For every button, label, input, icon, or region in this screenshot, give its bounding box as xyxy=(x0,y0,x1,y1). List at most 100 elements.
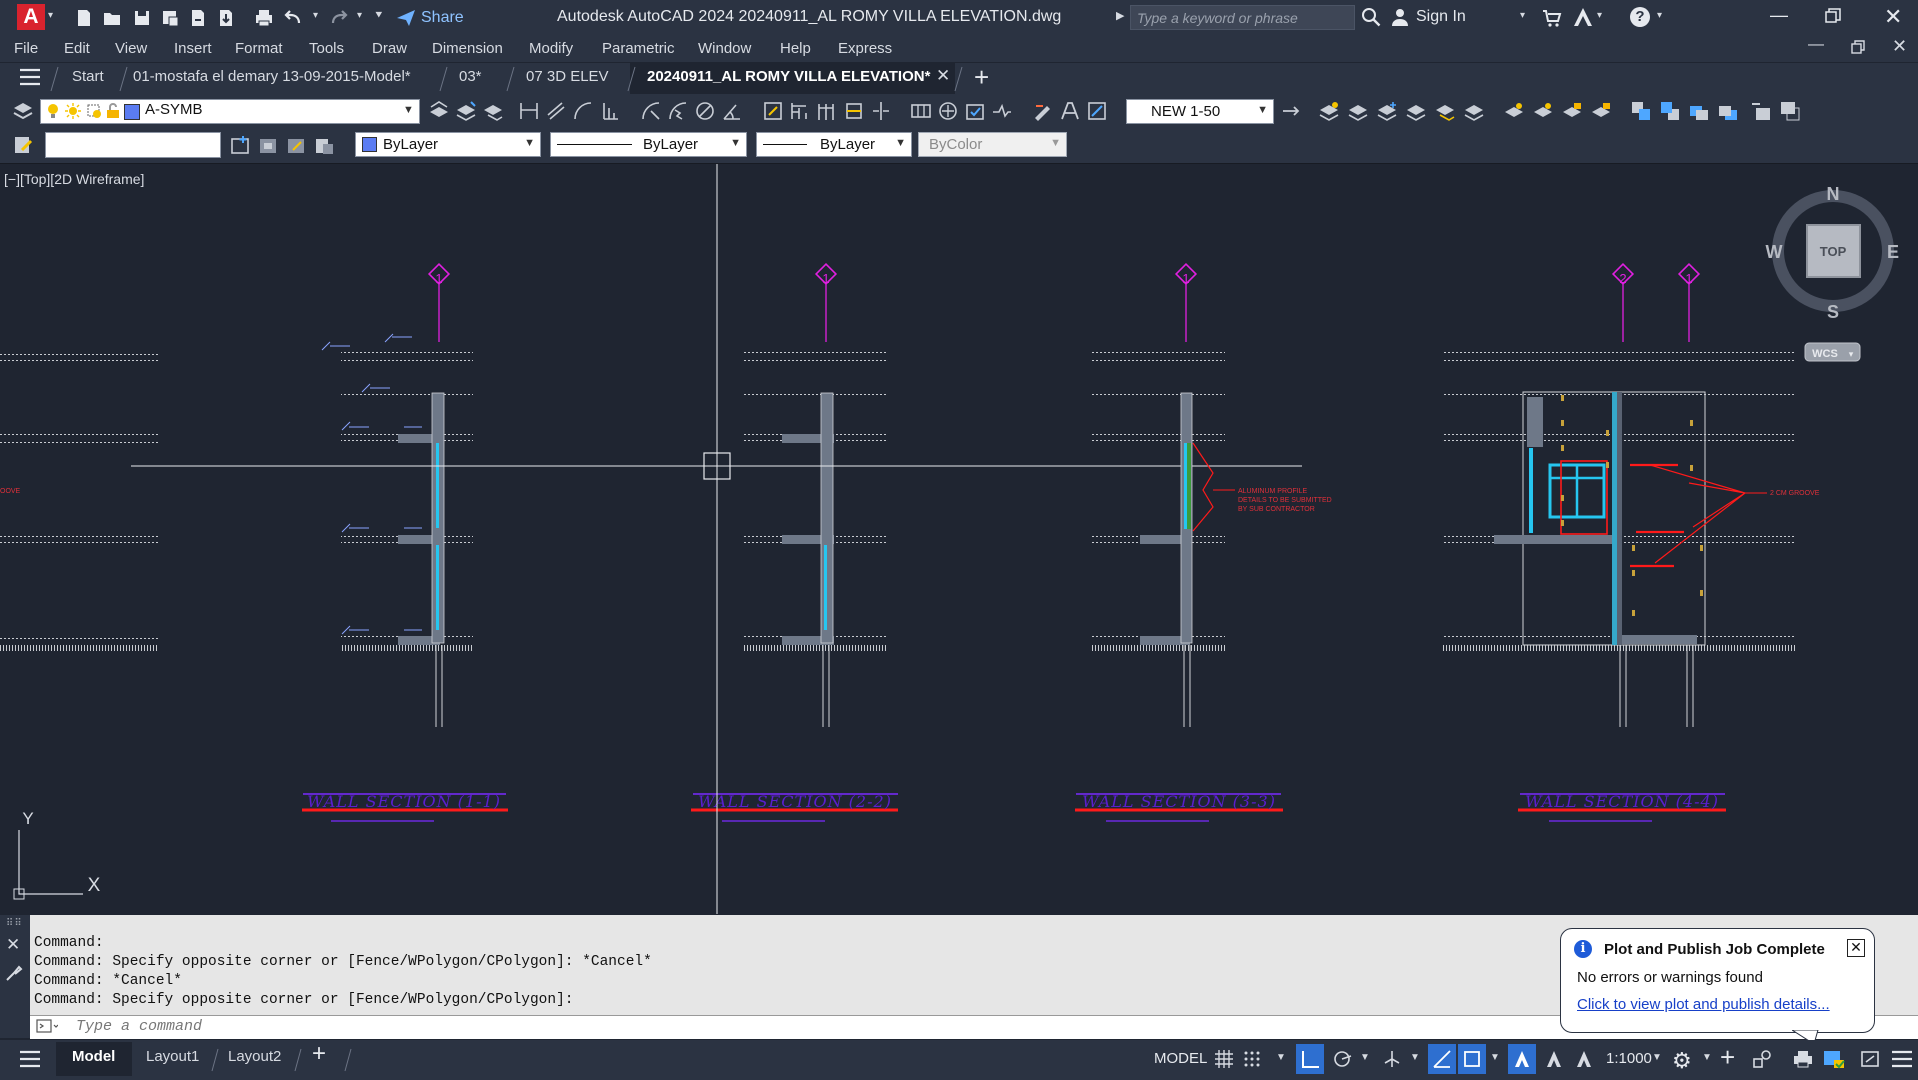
dim-aligned-icon[interactable] xyxy=(545,100,567,122)
auto-scale-icon[interactable] xyxy=(1544,1049,1564,1072)
viewport-scale-dropdown-icon[interactable]: ▼ xyxy=(1652,1052,1662,1063)
send-under-icon[interactable] xyxy=(1717,100,1739,122)
object-snap-dropdown-icon[interactable]: ▼ xyxy=(1490,1052,1500,1063)
tolerance-icon[interactable] xyxy=(910,100,932,122)
dim-ordinate-icon[interactable] xyxy=(599,100,621,122)
autocad-logo[interactable]: A xyxy=(17,4,45,30)
clean-screen-icon[interactable] xyxy=(1860,1049,1880,1072)
layer-previous-icon[interactable] xyxy=(482,100,504,122)
share-button[interactable]: Share xyxy=(396,7,464,29)
dim-reassociate-icon[interactable] xyxy=(1086,100,1108,122)
quick-properties-icon[interactable] xyxy=(12,134,34,156)
send-to-back-icon[interactable] xyxy=(1659,100,1681,122)
open-from-web-icon[interactable] xyxy=(188,8,208,28)
layer-unisolate-icon[interactable] xyxy=(1590,100,1612,122)
grid-display-icon[interactable] xyxy=(1214,1049,1234,1072)
sign-in-dropdown-icon[interactable]: ▾ xyxy=(1520,10,1525,21)
plot-status-icon[interactable] xyxy=(1792,1049,1814,1072)
layer-isolate-icon[interactable] xyxy=(1347,100,1369,122)
viewcube[interactable]: TOP N S E W WCS ▾ xyxy=(1766,184,1900,362)
create-block-icon[interactable] xyxy=(257,134,279,156)
annotation-scale-status-icon[interactable] xyxy=(1574,1049,1594,1072)
lineweight-combo[interactable]: ByLayer ▼ xyxy=(756,132,912,157)
undo-dropdown-icon[interactable]: ▾ xyxy=(313,10,318,21)
plot-icon[interactable] xyxy=(254,8,274,28)
menu-parametric[interactable]: Parametric xyxy=(602,40,675,57)
close-command-line-icon[interactable]: ✕ xyxy=(6,935,20,955)
menu-view[interactable]: View xyxy=(115,40,147,57)
menu-insert[interactable]: Insert xyxy=(174,40,212,57)
dim-continue-icon[interactable] xyxy=(816,100,838,122)
redo-icon[interactable] xyxy=(328,8,348,28)
autodesk-app-dropdown-icon[interactable]: ▾ xyxy=(1597,10,1602,21)
workspace-dropdown-icon[interactable]: ▼ xyxy=(1702,1052,1712,1063)
menu-dimension[interactable]: Dimension xyxy=(432,40,503,57)
dim-jogged-icon[interactable] xyxy=(667,100,689,122)
dim-linear-icon[interactable] xyxy=(518,100,540,122)
customization-menu-icon[interactable] xyxy=(1892,1050,1912,1071)
viewport-scale[interactable]: 1:1000 xyxy=(1606,1050,1652,1067)
match-layer-icon[interactable] xyxy=(455,100,477,122)
menu-tools[interactable]: Tools xyxy=(309,40,344,57)
close-notification-icon[interactable]: ✕ xyxy=(1847,939,1865,957)
write-block-icon[interactable] xyxy=(313,134,335,156)
annotation-scale-combo[interactable]: NEW 1-50 ▼ xyxy=(1126,99,1274,124)
units-icon[interactable] xyxy=(1752,1049,1772,1072)
doc-minimize-icon[interactable]: — xyxy=(1808,36,1824,54)
named-view-input[interactable] xyxy=(45,132,221,158)
insert-block-icon[interactable] xyxy=(229,134,251,156)
compass-south[interactable]: S xyxy=(1827,302,1839,322)
save-to-web-icon[interactable] xyxy=(216,8,236,28)
isodraft-icon[interactable] xyxy=(1382,1049,1402,1072)
menu-format[interactable]: Format xyxy=(235,40,283,57)
search-expand-icon[interactable]: ▶ xyxy=(1116,9,1124,22)
center-mark-icon[interactable] xyxy=(937,100,959,122)
dim-break-icon[interactable] xyxy=(870,100,892,122)
save-icon[interactable] xyxy=(132,8,152,28)
compass-north[interactable]: N xyxy=(1827,184,1840,204)
open-folder-icon[interactable] xyxy=(102,8,122,28)
save-as-icon[interactable] xyxy=(160,8,180,28)
snap-dropdown-icon[interactable]: ▼ xyxy=(1276,1052,1286,1063)
doc-close-icon[interactable]: ✕ xyxy=(1892,36,1907,57)
close-window-icon[interactable]: ✕ xyxy=(1884,4,1902,30)
layer-properties-icon[interactable] xyxy=(12,100,34,122)
layer-dropdown-icon[interactable]: ▼ xyxy=(403,104,414,116)
command-grip-icon[interactable]: ⠿⠿ xyxy=(6,918,23,929)
snap-mode-icon[interactable] xyxy=(1242,1049,1262,1072)
dim-arc-icon[interactable] xyxy=(572,100,594,122)
redo-dropdown-icon[interactable]: ▾ xyxy=(357,10,362,21)
dim-diameter-icon[interactable] xyxy=(694,100,716,122)
layer-thaw-all-icon[interactable] xyxy=(1503,100,1525,122)
dim-text-edit-icon[interactable] xyxy=(1059,100,1081,122)
restore-window-icon[interactable] xyxy=(1825,8,1841,27)
wcs-dropdown-icon[interactable]: ▾ xyxy=(1849,349,1854,359)
compass-east[interactable]: E xyxy=(1887,242,1899,262)
customize-command-icon[interactable] xyxy=(5,964,23,985)
layer-unlock-all-icon[interactable] xyxy=(1561,100,1583,122)
notification-details-link[interactable]: Click to view plot and publish details..… xyxy=(1577,996,1830,1013)
polar-tracking-icon[interactable] xyxy=(1332,1049,1354,1072)
layer-off-icon[interactable] xyxy=(1318,100,1340,122)
search-icon[interactable] xyxy=(1360,6,1382,31)
jogged-linear-icon[interactable] xyxy=(991,100,1013,122)
workspace-gear-icon[interactable]: ⚙ xyxy=(1672,1048,1692,1074)
menu-file[interactable]: File xyxy=(14,40,38,57)
layer-walk-icon[interactable] xyxy=(1434,100,1456,122)
menu-draw[interactable]: Draw xyxy=(372,40,407,57)
menu-window[interactable]: Window xyxy=(698,40,751,57)
undo-icon[interactable] xyxy=(284,8,304,28)
cloud-sync-icon[interactable] xyxy=(1822,1047,1846,1074)
minimize-window-icon[interactable]: — xyxy=(1770,5,1788,26)
help-search-input[interactable]: Type a keyword or phrase xyxy=(1130,5,1355,30)
quick-dim-icon[interactable] xyxy=(762,100,784,122)
menu-edit[interactable]: Edit xyxy=(64,40,90,57)
menu-express[interactable]: Express xyxy=(838,40,892,57)
help-icon[interactable]: ? xyxy=(1630,7,1650,27)
menu-modify[interactable]: Modify xyxy=(529,40,573,57)
layer-lock-icon[interactable] xyxy=(1405,100,1427,122)
isodraft-dropdown-icon[interactable]: ▼ xyxy=(1410,1052,1420,1063)
dim-baseline-icon[interactable] xyxy=(789,100,811,122)
menu-help[interactable]: Help xyxy=(780,40,811,57)
hatch-to-back-icon[interactable] xyxy=(1779,100,1801,122)
